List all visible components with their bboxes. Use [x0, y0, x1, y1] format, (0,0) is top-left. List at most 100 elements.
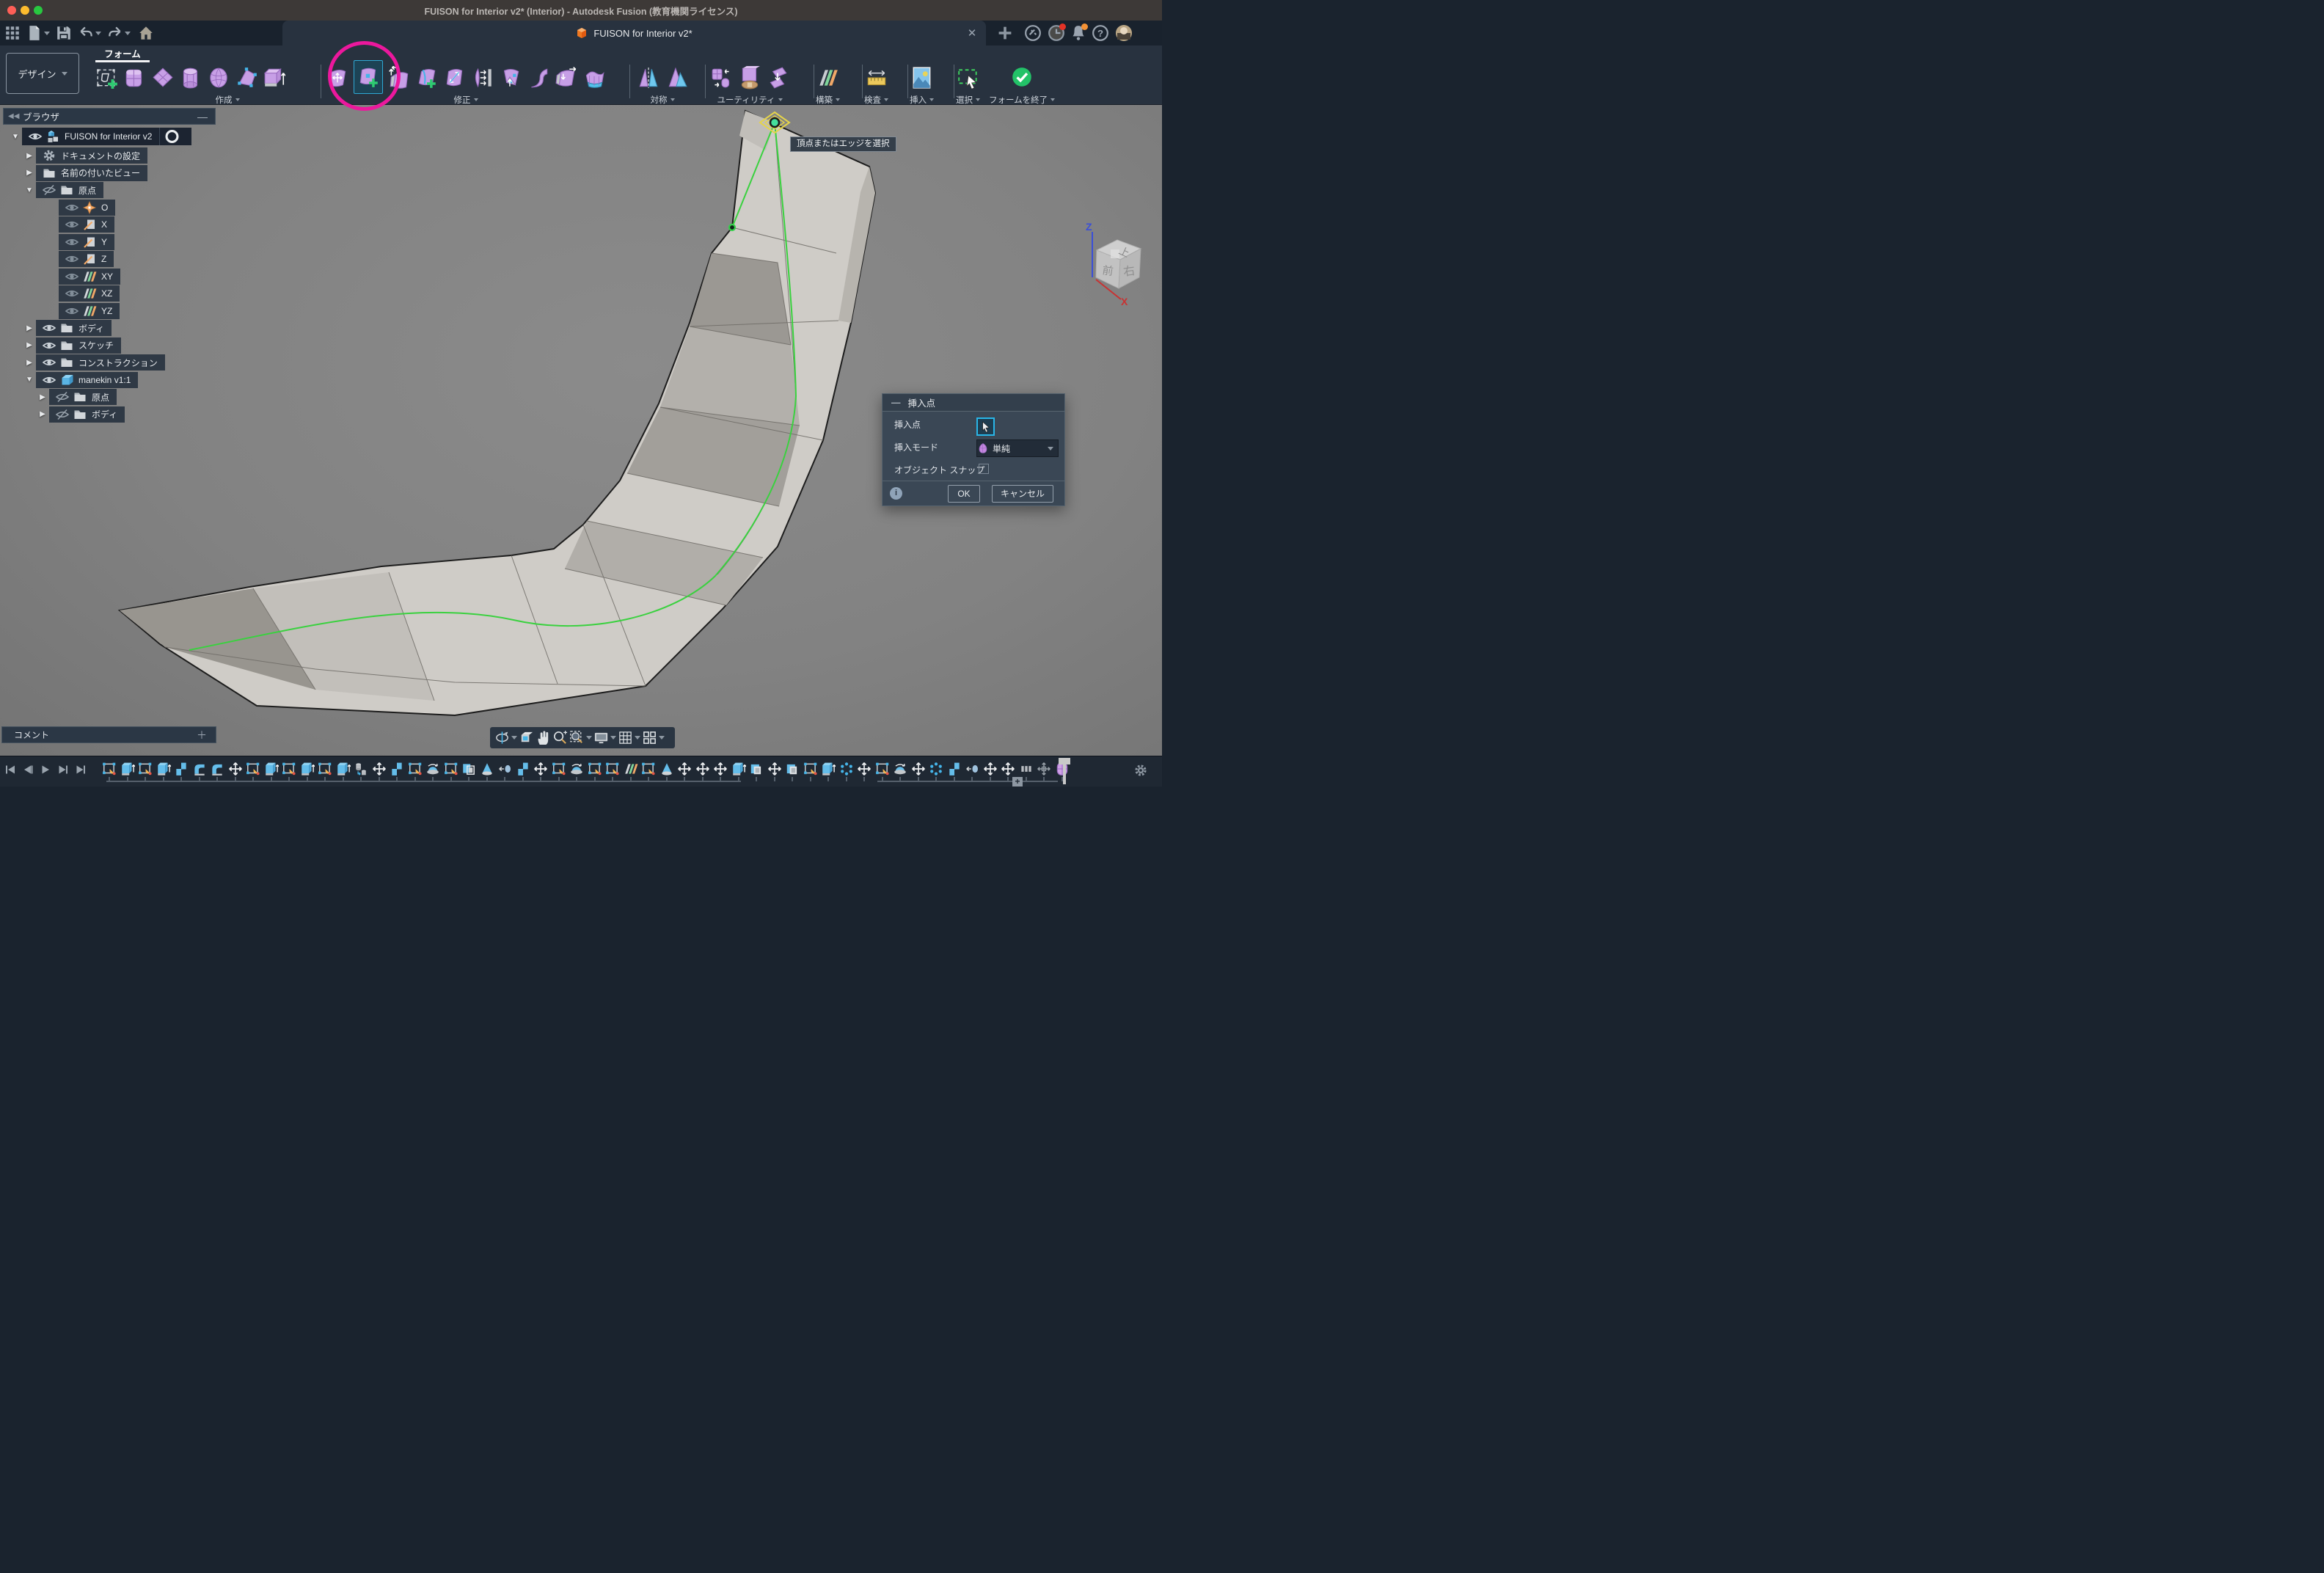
dialog-collapse-icon[interactable]: — [891, 398, 901, 408]
timeline-feature-revolve[interactable] [569, 762, 584, 776]
display-settings-icon[interactable] [593, 730, 609, 745]
align-icon[interactable] [471, 65, 494, 91]
timeline-feature-sketch[interactable] [282, 762, 296, 776]
browser-collapse-icon[interactable]: — [197, 113, 208, 120]
timeline-feature-move[interactable] [857, 762, 872, 776]
timeline-feature-loft[interactable] [480, 762, 494, 776]
timeline-feature-move[interactable] [983, 762, 998, 776]
timeline-feature-sketch[interactable] [641, 762, 656, 776]
file-menu-icon[interactable] [26, 25, 43, 41]
timeline-playhead[interactable] [1059, 758, 1070, 784]
visibility-eye-icon[interactable] [42, 373, 56, 387]
timeline-feature-plane[interactable] [624, 762, 638, 776]
timeline-feature-sketch[interactable] [875, 762, 890, 776]
timeline-feature-move[interactable] [372, 762, 387, 776]
timeline-feature-sketch[interactable] [588, 762, 602, 776]
timeline-feature-move[interactable] [228, 762, 243, 776]
modify-group-label[interactable]: 修正 [454, 94, 478, 106]
visibility-eye-icon[interactable] [42, 338, 56, 353]
timeline-feature-loft[interactable] [659, 762, 674, 776]
browser-row[interactable]: Z [47, 251, 114, 267]
zoom-icon[interactable] [552, 730, 568, 745]
comments-bar[interactable]: コメント ＋ [1, 726, 216, 743]
timeline-feature-boundary[interactable] [749, 762, 764, 776]
document-tab[interactable]: FUISON for Interior v2* ✕ [282, 21, 986, 45]
timeline-feature-mirror[interactable] [965, 762, 979, 776]
mirror-symmetry-icon[interactable] [637, 65, 660, 91]
browser-row[interactable]: YZ [47, 303, 120, 319]
browser-row[interactable]: ▶原点 [37, 389, 117, 405]
expand-arrow-icon[interactable]: ▶ [24, 152, 34, 160]
symmetry-group-label[interactable]: 対称 [651, 94, 675, 106]
measure-icon[interactable] [865, 65, 888, 91]
pull-icon[interactable] [499, 65, 522, 91]
timeline-feature-mirror[interactable] [497, 762, 512, 776]
close-window-button[interactable] [7, 6, 16, 15]
timeline-feature-move[interactable] [695, 762, 710, 776]
timeline-feature-move[interactable] [713, 762, 728, 776]
circular-symmetry-icon[interactable] [665, 65, 688, 91]
timeline-feature-moveghost[interactable] [1037, 762, 1051, 776]
home-icon[interactable] [138, 25, 154, 41]
timeline-feature-revolve[interactable] [893, 762, 907, 776]
repair-body-icon[interactable] [766, 65, 789, 91]
timeline-feature-join[interactable] [516, 762, 530, 776]
viewports-caret[interactable] [659, 736, 665, 740]
timeline-feature-sketch[interactable] [408, 762, 423, 776]
timeline-feature-extrude[interactable] [264, 762, 279, 776]
select-group-label[interactable]: 選択 [956, 94, 980, 106]
pan-icon[interactable] [536, 730, 551, 745]
model-vertex[interactable] [729, 225, 735, 230]
visibility-eye-icon[interactable] [65, 252, 79, 266]
browser-row[interactable]: ▶ボディ [24, 320, 112, 336]
browser-row[interactable]: XY [47, 269, 120, 285]
visibility-eye-icon[interactable] [42, 321, 56, 335]
info-icon[interactable]: i [890, 487, 902, 500]
browser-row[interactable]: ▶ドキュメントの設定 [24, 147, 147, 164]
insert-group-label[interactable]: 挿入 [910, 94, 934, 106]
redo-caret[interactable] [123, 25, 132, 41]
timeline-feature-move[interactable] [767, 762, 782, 776]
timeline-feature-sketch[interactable] [102, 762, 117, 776]
timeline-feature-extrude[interactable] [156, 762, 171, 776]
timeline-feature-convert[interactable] [354, 762, 368, 776]
orbit-icon[interactable] [494, 730, 510, 745]
expand-arrow-icon[interactable]: ▶ [24, 324, 34, 332]
visibility-eye-icon[interactable] [55, 390, 70, 404]
timeline-feature-sketch[interactable] [444, 762, 458, 776]
create-group-label[interactable]: 作成 [216, 94, 240, 106]
browser-row[interactable]: ▼FUISON for Interior v2 [10, 128, 191, 145]
expand-arrow-icon[interactable]: ▶ [37, 410, 48, 418]
grid-settings-icon[interactable] [618, 730, 633, 745]
timeline-feature-extrude[interactable] [120, 762, 135, 776]
add-comment-icon[interactable]: ＋ [197, 728, 207, 742]
utilities-group-label[interactable]: ユーティリティ [717, 94, 782, 106]
grid-settings-caret[interactable] [635, 736, 640, 740]
visibility-eye-icon[interactable] [42, 183, 56, 197]
form-contextual-tab[interactable]: フォーム [94, 46, 151, 60]
user-avatar[interactable] [1115, 24, 1133, 42]
timeline-feature-sketch[interactable] [552, 762, 566, 776]
expand-arrow-icon[interactable]: ▶ [24, 359, 34, 367]
timeline-feature-pattern[interactable] [839, 762, 854, 776]
dialog-header[interactable]: — 挿入点 [883, 394, 1064, 412]
timeline-feature-move[interactable] [1001, 762, 1015, 776]
selection-filter-button[interactable] [976, 417, 995, 436]
undo-caret[interactable] [94, 25, 103, 41]
browser-row[interactable]: XZ [47, 285, 120, 302]
orbit-caret[interactable] [511, 736, 517, 740]
visibility-eye-icon[interactable] [28, 129, 43, 144]
timeline-settings-gear-icon[interactable] [1133, 763, 1148, 781]
job-status-icon[interactable] [1048, 24, 1065, 42]
timeline-feature-move[interactable] [533, 762, 548, 776]
save-icon[interactable] [56, 25, 72, 41]
timeline-feature-revolve[interactable] [425, 762, 440, 776]
convert-icon[interactable] [710, 65, 734, 91]
display-mode-icon[interactable] [738, 65, 761, 91]
timeline-feature-extrude[interactable] [731, 762, 746, 776]
flatten-icon[interactable] [527, 65, 550, 91]
viewports-icon[interactable] [642, 730, 657, 745]
minimize-window-button[interactable] [21, 6, 29, 15]
plane-primitive-icon[interactable] [151, 65, 175, 91]
match-icon[interactable] [555, 65, 578, 91]
